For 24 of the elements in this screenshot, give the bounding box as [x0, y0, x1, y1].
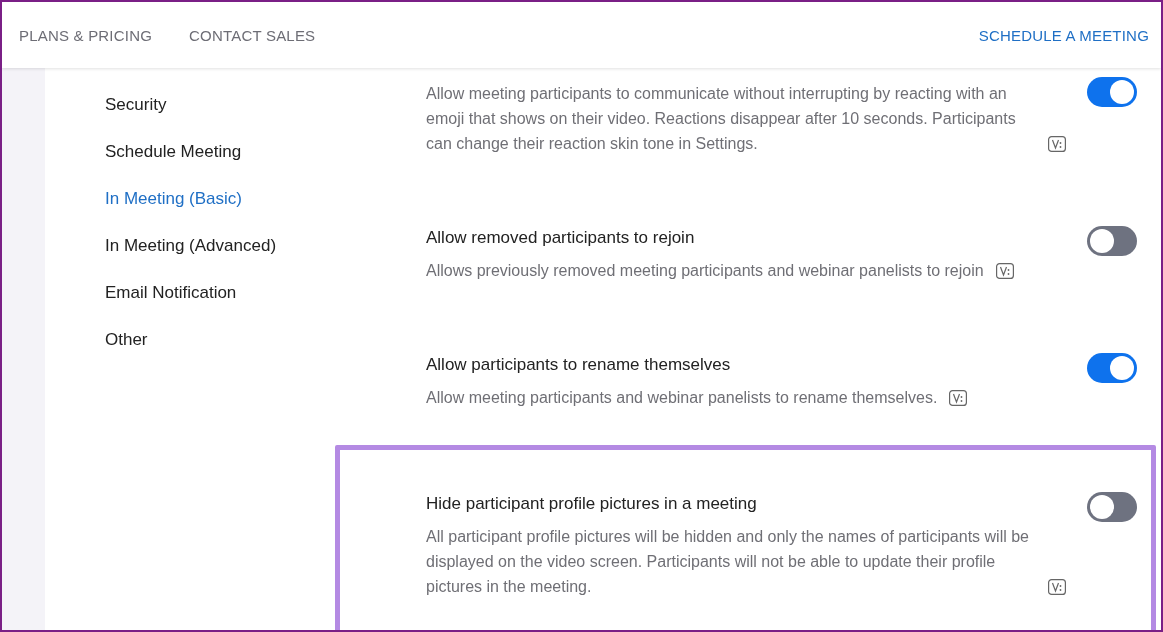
sidebar-item[interactable]: Other: [105, 330, 335, 350]
v-badge-icon: [1048, 136, 1066, 152]
v-badge-icon: [949, 390, 968, 406]
setting-description: All participant profile pictures will be hidden and only the names of participants will be displayed on the video screen. Participants will not be able to update their profile pictures in the meeting.: [426, 527, 1030, 597]
setting-title: Allow removed participants to rejoin: [426, 228, 696, 248]
setting-description: Allow meeting participants to communicate without interrupting by reacting with an emoji that shows on their video. Reactions disappear after 10 seconds. Participants can change their reaction skin tone in Settings.: [426, 84, 1017, 154]
setting-title: Allow participants to rename themselves: [426, 355, 732, 375]
setting-description: Allows previously removed meeting participants and webinar panelists to rejoin: [426, 261, 984, 281]
toggle-switch[interactable]: [1087, 226, 1137, 256]
v-badge-icon: [1048, 579, 1066, 595]
sidebar-item[interactable]: In Meeting (Advanced): [105, 236, 335, 256]
sidebar-item[interactable]: Schedule Meeting: [105, 142, 335, 162]
toggle-switch[interactable]: [1087, 492, 1137, 522]
toggle-switch[interactable]: [1087, 77, 1137, 107]
nav-link[interactable]: CONTACT SALES: [189, 26, 316, 44]
setting-title: Hide participant profile pictures in a meeting: [426, 494, 758, 514]
nav-link[interactable]: PLANS & PRICING: [19, 26, 153, 44]
sidebar-item[interactable]: In Meeting (Basic): [105, 189, 335, 209]
sidebar-item[interactable]: Email Notification: [105, 283, 335, 303]
sidebar-item[interactable]: Security: [105, 95, 335, 115]
toggle-switch[interactable]: [1087, 353, 1137, 383]
setting-description: Allow meeting participants and webinar panelists to rename themselves.: [426, 388, 938, 408]
schedule-meeting-link[interactable]: SCHEDULE A MEETING: [978, 26, 1149, 44]
v-badge-icon: [995, 263, 1014, 279]
